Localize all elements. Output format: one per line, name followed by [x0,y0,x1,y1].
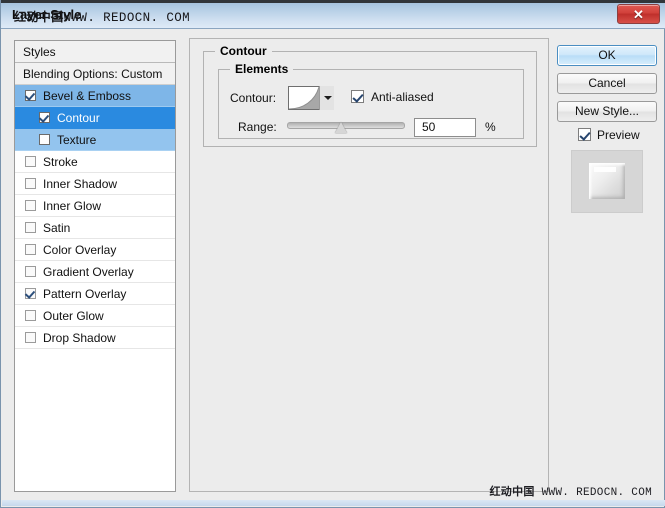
checkbox-drop-shadow[interactable] [25,332,36,343]
range-value-input[interactable]: 50 [414,118,476,137]
checkbox-bevel-emboss[interactable] [25,90,36,101]
sidebar-item-label: Bevel & Emboss [43,89,132,103]
close-icon: ✕ [633,6,644,22]
range-unit-label: % [485,120,496,134]
window-titlebar: Layer Style 红动中国WWW. REDOCN. COM ✕ [1,0,665,29]
footer-watermark-cn: 红动中国 [489,485,535,498]
title-watermark-cn: 红动中国 [14,10,64,24]
sidebar-item-contour[interactable]: Contour [15,107,175,129]
checkbox-inner-shadow[interactable] [25,178,36,189]
sidebar-item-label: Gradient Overlay [43,265,134,279]
checkbox-outer-glow[interactable] [25,310,36,321]
range-field-label: Range: [238,120,277,134]
checkbox-inner-glow[interactable] [25,200,36,211]
close-button[interactable]: ✕ [617,4,660,24]
title-watermark: 红动中国WWW. REDOCN. COM [14,8,190,25]
sidebar-item-label: Pattern Overlay [43,287,127,301]
sidebar-item-label: Outer Glow [43,309,104,323]
sidebar-item-texture[interactable]: Texture [15,129,175,151]
sidebar-item-drop-shadow[interactable]: Drop Shadow [15,327,175,349]
sidebar-item-inner-glow[interactable]: Inner Glow [15,195,175,217]
sidebar-item-inner-shadow[interactable]: Inner Shadow [15,173,175,195]
elements-groupbox: Elements Contour: Anti-aliased Range: 50 [218,62,524,139]
sidebar-item-label: Inner Shadow [43,177,118,191]
preview-thumbnail [571,150,643,213]
contour-dropdown-arrow[interactable] [319,86,334,110]
sidebar-item-label: Inner Glow [43,199,102,213]
preview-label: Preview [597,128,640,142]
contour-settings-panel: Contour Elements Contour: Anti-aliased R… [189,38,549,492]
preview-checkbox[interactable] [578,128,591,141]
checkbox-color-overlay[interactable] [25,244,36,255]
new-style-button[interactable]: New Style... [557,101,657,122]
sidebar-item-stroke[interactable]: Stroke [15,151,175,173]
styles-list-header: Styles [15,41,175,63]
checkbox-satin[interactable] [25,222,36,233]
sidebar-item-satin[interactable]: Satin [15,217,175,239]
preview-thumbnail-shape [589,163,625,199]
sidebar-item-bevel-emboss[interactable]: Bevel & Emboss [15,85,175,107]
checkbox-gradient-overlay[interactable] [25,266,36,277]
ok-button[interactable]: OK [557,45,657,66]
elements-group-title: Elements [230,62,294,76]
styles-list-panel: Styles Blending Options: Custom Bevel & … [14,40,176,492]
sidebar-item-label: Stroke [43,155,78,169]
checkbox-texture[interactable] [39,134,50,145]
sidebar-item-label: Texture [57,133,97,147]
range-slider-thumb[interactable] [335,122,348,134]
sidebar-item-label: Drop Shadow [43,331,116,345]
contour-field-label: Contour: [230,91,277,105]
antialiased-checkbox[interactable] [351,90,364,103]
sidebar-item-pattern-overlay[interactable]: Pattern Overlay [15,283,175,305]
footer-watermark: 红动中国 WWW. REDOCN. COM [489,483,652,499]
layer-style-dialog: Layer Style 红动中国WWW. REDOCN. COM ✕ Style… [0,0,665,508]
sidebar-item-outer-glow[interactable]: Outer Glow [15,305,175,327]
sidebar-item-label: Satin [43,221,71,235]
cancel-button[interactable]: Cancel [557,73,657,94]
contour-groupbox: Contour Elements Contour: Anti-aliased R… [203,44,537,147]
sidebar-item-label: Color Overlay [43,243,117,257]
footer-watermark-url: WWW. REDOCN. COM [541,487,652,499]
checkbox-contour[interactable] [39,112,50,123]
title-watermark-url: WWW. REDOCN. COM [63,11,191,25]
window-bottom-strip [2,500,665,506]
contour-group-title: Contour [215,44,272,58]
checkbox-stroke[interactable] [25,156,36,167]
checkbox-pattern-overlay[interactable] [25,288,36,299]
sidebar-item-color-overlay[interactable]: Color Overlay [15,239,175,261]
antialiased-label: Anti-aliased [371,90,434,104]
blending-options-row[interactable]: Blending Options: Custom [15,63,175,85]
sidebar-item-gradient-overlay[interactable]: Gradient Overlay [15,261,175,283]
sidebar-item-label: Contour [57,111,100,125]
